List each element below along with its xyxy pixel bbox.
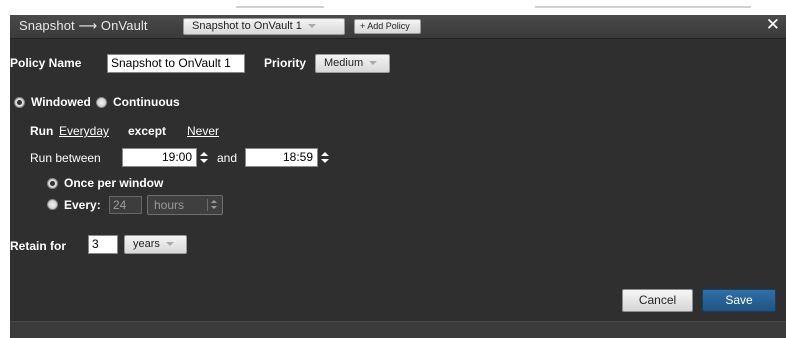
- continuous-radio[interactable]: [96, 97, 107, 108]
- retention-value: 3: [92, 237, 99, 251]
- policy-name-field[interactable]: Snapshot to OnVault 1: [107, 54, 245, 73]
- policy-name-label: Policy Name: [10, 56, 82, 70]
- chevron-down-icon: [165, 242, 174, 247]
- chevron-down-icon: [369, 61, 378, 66]
- run-frequency-link[interactable]: Everyday: [59, 124, 109, 138]
- chevron-down-icon: [307, 24, 316, 29]
- start-time-field[interactable]: 19:00: [122, 148, 197, 167]
- priority-dropdown[interactable]: Medium: [315, 54, 390, 73]
- run-between-label: Run between: [30, 151, 101, 165]
- run-label: Run: [30, 124, 54, 138]
- spinner-icon: [207, 199, 218, 211]
- background-tab-divider: [535, 6, 751, 8]
- every-label: Every:: [64, 198, 101, 212]
- start-time-spinner-icon[interactable]: [199, 151, 209, 164]
- every-unit-value: hours: [154, 198, 185, 212]
- background-tab-divider: [236, 6, 324, 8]
- except-label: except: [128, 124, 167, 138]
- retention-unit-value: years: [133, 238, 160, 250]
- policy-dialog: Snapshot ⟶ OnVault Snapshot to OnVault 1…: [10, 15, 786, 338]
- continuous-label: Continuous: [113, 95, 180, 109]
- dialog-footer: [10, 321, 786, 338]
- retain-for-label: Retain for: [10, 239, 67, 253]
- dialog-title: Snapshot ⟶ OnVault: [19, 18, 148, 33]
- save-button[interactable]: Save: [702, 289, 776, 312]
- every-interval-field[interactable]: 24: [109, 196, 142, 214]
- and-label: and: [217, 151, 238, 165]
- end-time-spinner-icon[interactable]: [320, 151, 330, 164]
- windowed-label: Windowed: [31, 95, 91, 109]
- priority-label: Priority: [264, 56, 307, 70]
- policy-selector-dropdown[interactable]: Snapshot to OnVault 1: [183, 18, 345, 35]
- end-time-value: 18:59: [282, 150, 313, 164]
- close-icon[interactable]: ✕: [766, 15, 780, 35]
- add-policy-button[interactable]: + Add Policy: [354, 19, 421, 34]
- add-policy-label: + Add Policy: [360, 21, 410, 31]
- every-radio[interactable]: [47, 199, 58, 210]
- every-interval-value: 24: [113, 198, 127, 212]
- once-per-window-radio[interactable]: [47, 178, 58, 189]
- retention-unit-dropdown[interactable]: years: [124, 235, 187, 254]
- policy-name-value: Snapshot to OnVault 1: [111, 56, 231, 70]
- title-bar: Snapshot ⟶ OnVault Snapshot to OnVault 1…: [10, 15, 786, 39]
- cancel-button[interactable]: Cancel: [622, 289, 693, 312]
- policy-selector-label: Snapshot to OnVault 1: [192, 20, 302, 32]
- once-per-window-label: Once per window: [64, 176, 164, 190]
- end-time-field[interactable]: 18:59: [245, 148, 318, 167]
- background-page-strip: [0, 0, 786, 15]
- windowed-radio[interactable]: [14, 97, 25, 108]
- every-unit-dropdown[interactable]: hours: [147, 195, 223, 215]
- except-link[interactable]: Never: [187, 124, 219, 138]
- priority-value: Medium: [324, 57, 364, 69]
- start-time-value: 19:00: [161, 150, 192, 164]
- retention-value-field[interactable]: 3: [88, 235, 118, 254]
